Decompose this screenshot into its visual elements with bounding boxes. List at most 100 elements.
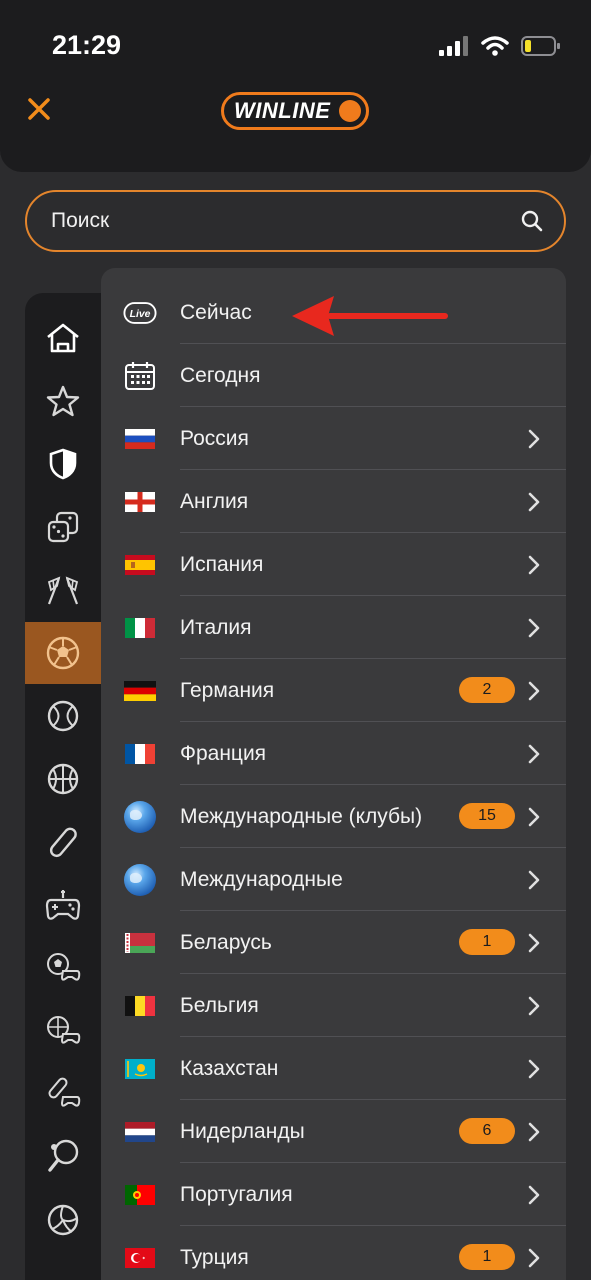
svg-text:Live: Live [130,309,151,320]
sidebar-item-racing[interactable] [25,559,101,621]
wifi-icon [481,36,509,56]
annotation-arrow-icon [292,296,448,336]
app-header: 21:29 WINLINE [0,0,591,172]
logo-text: WINLINE [234,98,331,123]
menu-item-international[interactable]: Международные [101,848,566,911]
menu-item-label: Сейчас [180,300,252,324]
chevron-right-icon [528,870,540,890]
event-count-badge: 1 [459,1244,515,1270]
basketball-icon [47,763,79,795]
chevron-right-icon [528,492,540,512]
logo-dot [339,100,361,122]
menu-item-label: Нидерланды [180,1119,305,1143]
esports-football-icon [47,953,81,981]
search-input[interactable] [51,209,520,233]
globe-icon [123,864,157,896]
sidebar-item-football[interactable] [25,622,101,684]
menu-item-label: Германия [180,678,275,702]
sport-sidebar [25,293,103,1280]
search-icon[interactable] [520,209,544,233]
menu-item-label: Казахстан [180,1056,279,1080]
sidebar-item-hockey[interactable] [25,811,101,873]
chevron-right-icon [528,744,540,764]
menu-item-label: Испания [180,552,264,576]
event-count-badge: 1 [459,929,515,955]
sidebar-item-basketball[interactable] [25,748,101,810]
sidebar-item-home[interactable] [25,307,101,369]
flag-england-icon [123,486,157,518]
menu-item-england[interactable]: Англия [101,470,566,533]
table-tennis-icon [48,1139,79,1172]
chevron-right-icon [528,996,540,1016]
menu-item-label: Международные (клубы) [180,804,423,828]
chevron-right-icon [528,1122,540,1142]
menu-item-label: Бельгия [180,993,259,1017]
menu-item-label: Англия [180,489,249,513]
menu-item-label: Италия [180,615,252,639]
live-icon: Live [123,297,157,329]
menu-item-label: Международные [180,867,343,891]
sidebar-item-favorites[interactable] [25,370,101,432]
flag-france-icon [123,738,157,770]
globe-icon [123,801,157,833]
menu-item-germany[interactable]: Германия 2 [101,659,566,722]
menu-item-turkey[interactable]: Турция 1 [101,1226,566,1280]
menu-item-netherlands[interactable]: Нидерланды 6 [101,1100,566,1163]
sidebar-item-table-tennis[interactable] [25,1126,101,1188]
menu-item-label: Португалия [180,1182,293,1206]
chevron-right-icon [528,1248,540,1268]
sidebar-item-volleyball[interactable] [25,1189,101,1251]
sidebar-item-casino[interactable] [25,496,101,558]
chevron-right-icon [528,555,540,575]
menu-item-international-clubs[interactable]: Международные (клубы) 15 [101,785,566,848]
close-icon[interactable] [24,94,54,124]
racing-flags-icon [47,576,79,605]
status-time: 21:29 [52,30,122,60]
menu-item-spain[interactable]: Испания [101,533,566,596]
sidebar-item-esports-football[interactable] [25,937,101,999]
signal-icon [439,36,468,56]
football-icon [46,636,80,670]
flag-italy-icon [123,612,157,644]
sidebar-item-protected[interactable] [25,433,101,495]
sidebar-item-tennis[interactable] [25,685,101,747]
menu-item-label: Россия [180,426,249,450]
menu-item-label: Беларусь [180,930,272,954]
sidebar-item-esports-basketball[interactable] [25,1000,101,1062]
menu-item-kazakhstan[interactable]: Казахстан [101,1037,566,1100]
sidebar-item-cybersport[interactable] [25,874,101,936]
menu-item-label: Сегодня [180,363,261,387]
menu-item-today[interactable]: Сегодня [101,344,566,407]
flag-netherlands-icon [123,1116,157,1148]
event-count-badge: 15 [459,803,515,829]
flag-germany-icon [123,675,157,707]
volleyball-icon [47,1204,79,1236]
calendar-icon [123,360,157,392]
chevron-right-icon [528,933,540,953]
hockey-puck-icon [49,827,77,858]
flag-kazakhstan-icon [123,1053,157,1085]
menu-item-russia[interactable]: Россия [101,407,566,470]
menu-item-france[interactable]: Франция [101,722,566,785]
shield-icon [49,448,77,480]
chevron-right-icon [528,1185,540,1205]
menu-item-belarus[interactable]: Беларусь 1 [101,911,566,974]
menu-item-italy[interactable]: Италия [101,596,566,659]
sidebar-item-esports-hockey[interactable] [25,1063,101,1125]
gamepad-icon [45,890,81,920]
flag-turkey-icon [123,1242,157,1274]
flag-russia-icon [123,423,157,455]
flag-portugal-icon [123,1179,157,1211]
chevron-right-icon [528,618,540,638]
esports-basketball-icon [47,1016,81,1044]
search-bar[interactable] [25,190,566,252]
dice-icon [47,511,79,543]
menu-item-belgium[interactable]: Бельгия [101,974,566,1037]
winline-logo: WINLINE [221,92,369,130]
menu-item-label: Турция [180,1245,249,1269]
flag-spain-icon [123,549,157,581]
category-panel: Live Сейчас Сегодня Россия Англия Испани… [101,268,566,1280]
menu-item-portugal[interactable]: Португалия [101,1163,566,1226]
chevron-right-icon [528,681,540,701]
status-icons [439,36,561,56]
